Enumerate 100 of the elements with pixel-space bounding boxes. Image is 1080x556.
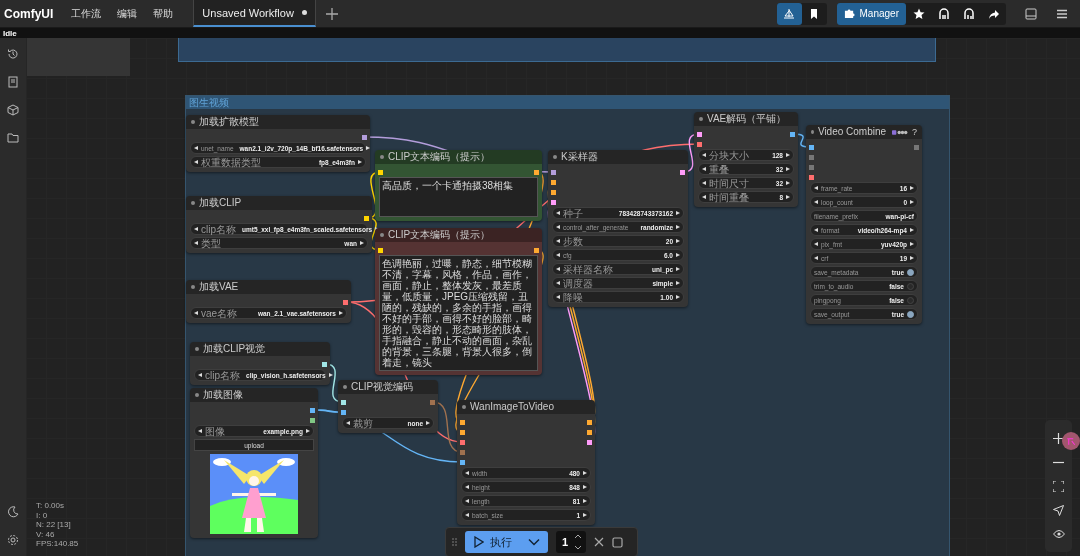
input-port[interactable] [460,429,465,435]
increment-arrow-icon[interactable] [910,228,914,232]
output-port[interactable] [343,299,348,305]
collapse-dot-icon[interactable] [380,233,384,237]
input-port[interactable] [378,247,383,253]
decrement-arrow-icon[interactable] [194,146,198,150]
caret-icon[interactable] [528,538,540,546]
decrement-arrow-icon[interactable] [346,421,350,425]
decrement-arrow-icon[interactable] [556,211,560,215]
collapse-dot-icon[interactable] [195,347,199,351]
decrement-arrow-icon[interactable] [556,267,560,271]
output-port[interactable] [790,131,795,137]
batch-count-field[interactable]: 1 [556,531,587,553]
eye-icon[interactable] [1052,529,1065,540]
decrement-arrow-icon[interactable] [814,200,818,204]
menu-item[interactable]: 帮助 [147,6,180,21]
history-icon[interactable] [7,48,19,60]
increment-arrow-icon[interactable] [786,153,790,157]
book-icon[interactable] [7,76,19,88]
collapse-dot-icon[interactable] [380,155,384,159]
input-port[interactable] [341,409,346,415]
decrement-arrow-icon[interactable] [465,485,469,489]
workflow-tab[interactable]: Unsaved Workflow [193,0,316,27]
decrement-arrow-icon[interactable] [198,429,202,433]
increment-arrow-icon[interactable] [910,256,914,260]
input-port[interactable] [460,449,465,455]
increment-arrow-icon[interactable] [786,195,790,199]
decrement-arrow-icon[interactable] [556,281,560,285]
send-icon[interactable] [1053,505,1064,517]
input-port[interactable] [809,174,814,180]
stepper-icon[interactable] [574,532,583,552]
output-port[interactable] [310,407,315,413]
increment-arrow-icon[interactable] [910,242,914,246]
input-port[interactable] [378,169,383,175]
decrement-arrow-icon[interactable] [814,256,818,260]
input-port[interactable] [341,399,346,405]
cancel-icon[interactable] [594,537,605,547]
increment-arrow-icon[interactable] [583,471,587,475]
zoom-in-icon[interactable] [1053,432,1064,444]
increment-arrow-icon[interactable] [360,241,364,245]
decrement-arrow-icon[interactable] [814,242,818,246]
decrement-arrow-icon[interactable] [194,160,198,164]
input-port[interactable] [460,419,465,425]
increment-arrow-icon[interactable] [306,429,310,433]
increment-arrow-icon[interactable] [676,211,680,215]
collapse-dot-icon[interactable] [191,285,195,289]
new-tab-icon[interactable] [325,7,338,20]
toggle-knob[interactable] [907,310,914,318]
moon-icon[interactable] [7,506,19,518]
decrement-arrow-icon[interactable] [556,239,560,243]
collapse-dot-icon[interactable] [343,385,347,389]
decrement-arrow-icon[interactable] [814,228,818,232]
manager-button[interactable]: Manager [836,2,906,25]
increment-arrow-icon[interactable] [676,225,680,229]
input-port[interactable] [551,169,556,175]
cube-icon[interactable] [7,104,19,116]
increment-arrow-icon[interactable] [339,311,343,315]
increment-arrow-icon[interactable] [583,499,587,503]
increment-arrow-icon[interactable] [328,373,333,377]
decrement-arrow-icon[interactable] [194,227,198,231]
toggle-knob[interactable] [907,296,914,304]
increment-arrow-icon[interactable] [910,200,914,204]
collapse-dot-icon[interactable] [553,155,557,159]
decrement-arrow-icon[interactable] [465,499,469,503]
fit-view-icon[interactable] [1053,480,1064,492]
output-port[interactable] [587,429,592,435]
help-link[interactable]: ? [912,127,917,137]
output-port[interactable] [587,419,592,425]
boat-button[interactable] [776,2,802,25]
increment-arrow-icon[interactable] [910,186,914,190]
input-port[interactable] [809,154,814,160]
collapse-dot-icon[interactable] [191,201,195,205]
decrement-arrow-icon[interactable] [556,253,560,257]
decrement-arrow-icon[interactable] [465,513,469,517]
output-port[interactable] [534,169,539,175]
menu-item[interactable]: 编辑 [111,6,144,21]
increment-arrow-icon[interactable] [676,239,680,243]
decrement-arrow-icon[interactable] [194,241,198,245]
settings-icon[interactable] [7,534,19,546]
increment-arrow-icon[interactable] [583,513,587,517]
output-port[interactable] [680,169,685,175]
increment-arrow-icon[interactable] [366,146,371,150]
decrement-arrow-icon[interactable] [702,153,706,157]
collapse-dot-icon[interactable] [811,130,814,134]
input-port[interactable] [551,199,556,205]
folder-icon[interactable] [7,132,19,144]
menu-item[interactable]: 工作流 [65,6,108,21]
prompt-text-area[interactable]: 高品质，一个卡通拍摄38相集 [379,177,538,217]
collapse-dot-icon[interactable] [191,120,195,124]
input-port[interactable] [809,164,814,170]
decrement-arrow-icon[interactable] [702,167,706,171]
input-port[interactable] [697,131,702,137]
output-port[interactable] [310,417,315,423]
input-port[interactable] [460,459,465,465]
increment-arrow-icon[interactable] [676,281,680,285]
input-port[interactable] [460,439,465,445]
increment-arrow-icon[interactable] [426,421,430,425]
increment-arrow-icon[interactable] [583,485,587,489]
decrement-arrow-icon[interactable] [194,311,198,315]
input-port[interactable] [551,179,556,185]
